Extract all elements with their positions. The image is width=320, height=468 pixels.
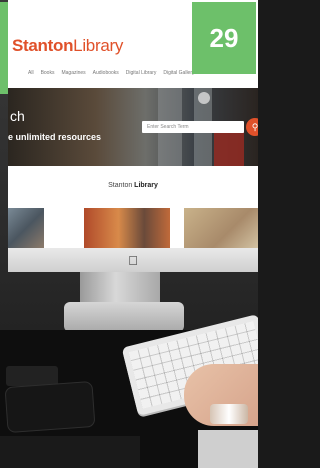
hero-subtitle: e unlimited resources — [8, 132, 102, 142]
section-title: Stanton Library — [8, 182, 258, 189]
badge-left-strip — [0, 2, 8, 94]
apple-icon:  — [126, 254, 140, 268]
logo-part-1: Stanton — [12, 36, 74, 55]
hero-lamp — [198, 92, 210, 104]
sleeve — [198, 430, 258, 468]
gallery-thumbnail-1[interactable] — [8, 208, 44, 248]
search-icon: ⚲ — [251, 122, 258, 132]
nav-item-digital-gallery[interactable]: Digital Gallery — [163, 70, 194, 76]
site-nav: All Books Magazines Audiobooks Digital L… — [28, 70, 195, 76]
logo-part-2: Library — [73, 36, 124, 55]
monitor-stand-neck — [80, 272, 160, 304]
hero-banner: ch e unlimited resources Enter Search Te… — [8, 88, 258, 166]
smartphone — [4, 380, 96, 434]
site-logo[interactable]: StantonLibrary — [12, 36, 123, 56]
monitor-stand-foot — [64, 302, 184, 332]
nav-item-digital-library[interactable]: Digital Library — [126, 70, 157, 76]
nav-item-magazines[interactable]: Magazines — [61, 70, 85, 76]
search-input[interactable]: Enter Search Term — [142, 121, 244, 133]
gallery-thumbnail-2[interactable] — [84, 208, 170, 248]
nav-item-all[interactable]: All — [28, 70, 34, 76]
hero-title: ch — [10, 108, 25, 124]
wristwatch — [210, 404, 248, 424]
desk-pad — [0, 436, 140, 468]
section-title-bold: Library — [134, 182, 158, 189]
search-button[interactable]: ⚲ — [246, 118, 258, 136]
gallery-thumbnail-3[interactable] — [184, 208, 258, 248]
page-number-badge: 29 — [192, 2, 256, 74]
photo-scene: StantonLibrary All Books Magazines Audio… — [0, 0, 258, 468]
section-title-plain: Stanton — [108, 182, 135, 189]
hero-red-shelf — [214, 128, 244, 166]
nav-item-audiobooks[interactable]: Audiobooks — [93, 70, 119, 76]
monitor-chin:  — [8, 248, 258, 272]
nav-item-books[interactable]: Books — [41, 70, 55, 76]
